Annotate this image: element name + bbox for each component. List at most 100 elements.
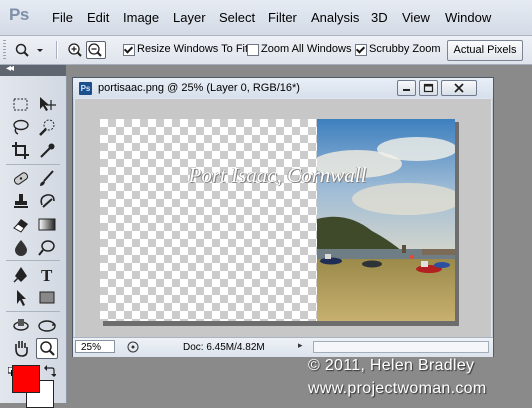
blur-tool[interactable] [10, 237, 32, 258]
minimize-icon [403, 89, 410, 91]
menu-filter[interactable]: Filter [268, 10, 297, 25]
menu-view[interactable]: View [402, 10, 430, 25]
zoom-level-field[interactable]: 25% [75, 340, 115, 353]
options-bar-grip[interactable] [3, 40, 6, 60]
spot-healing-tool[interactable] [10, 168, 32, 189]
tools-separator [6, 260, 60, 261]
options-bar: Resize Windows To Fit Zoom All Windows S… [0, 36, 532, 65]
menu-image[interactable]: Image [123, 10, 159, 25]
canvas-area[interactable]: Port Isaac, Cornwall [75, 99, 491, 337]
close-button[interactable] [441, 80, 477, 96]
menu-edit[interactable]: Edit [87, 10, 109, 25]
history-brush-tool[interactable] [36, 191, 58, 212]
actual-pixels-button[interactable]: Actual Pixels [447, 40, 523, 61]
brush-tool[interactable] [36, 168, 58, 189]
tools-panel: T [0, 76, 67, 403]
collapse-panel-icon[interactable]: ◂◂ [6, 63, 14, 74]
svg-text:T: T [41, 266, 53, 285]
eraser-tool[interactable] [10, 214, 32, 235]
menu-3d[interactable]: 3D [371, 10, 388, 25]
lasso-icon [13, 119, 29, 135]
path-selection-tool[interactable] [10, 287, 32, 308]
maximize-icon [423, 83, 434, 93]
scroll-right-arrow-icon[interactable]: ▸ [298, 340, 303, 351]
zoom-tool-icon [40, 341, 55, 356]
horizontal-scrollbar[interactable] [313, 341, 489, 353]
document-window: Ps portisaac.png @ 25% (Layer 0, RGB/16*… [72, 77, 494, 357]
eyedropper-icon [40, 143, 55, 158]
foreground-color-swatch[interactable] [12, 365, 40, 393]
eraser-icon [13, 219, 28, 233]
path-selection-arrow-icon [17, 290, 26, 306]
blur-drop-icon [15, 240, 27, 256]
lasso-tool[interactable] [10, 117, 32, 138]
document-title: portisaac.png @ 25% (Layer 0, RGB/16*) [98, 82, 300, 94]
harbour-photo [317, 119, 455, 321]
menu-layer[interactable]: Layer [173, 10, 206, 25]
stamp-icon [14, 194, 28, 208]
type-icon: T [41, 266, 53, 285]
pen-tool[interactable] [10, 264, 32, 285]
zoom-preset-icon [15, 43, 43, 57]
menu-select[interactable]: Select [219, 10, 255, 25]
type-tool[interactable]: T [36, 264, 58, 285]
photoshop-logo: Ps [9, 5, 29, 24]
menu-window[interactable]: Window [445, 10, 491, 25]
3d-orbit-tool[interactable] [36, 315, 58, 336]
website-watermark: www.projectwoman.com [308, 380, 487, 397]
swap-colors-icon[interactable] [44, 365, 57, 377]
document-canvas[interactable]: Port Isaac, Cornwall [100, 119, 455, 321]
rectangle-shape-icon [39, 291, 55, 304]
history-brush-icon [40, 194, 55, 208]
3d-rotate-tool[interactable] [10, 315, 32, 336]
3d-orbit-icon [38, 320, 56, 332]
resize-windows-label: Resize Windows To Fit [137, 43, 249, 55]
clone-stamp-tool[interactable] [10, 191, 32, 212]
zoom-in-button[interactable] [66, 41, 86, 59]
minimize-button[interactable] [397, 80, 416, 96]
zoom-out-button[interactable] [86, 41, 106, 59]
dodge-tool[interactable] [36, 237, 58, 258]
quick-selection-tool[interactable] [36, 117, 58, 138]
image-overlay-text: Port Isaac, Cornwall [188, 163, 367, 187]
3d-rotate-icon [13, 319, 29, 331]
crop-icon [12, 142, 29, 159]
document-status-bar: 25% Doc: 6.45M/4.82M ▸ [73, 337, 493, 357]
hand-tool[interactable] [10, 338, 32, 359]
crop-tool[interactable] [10, 140, 32, 161]
zoom-out-icon [88, 43, 102, 57]
menu-bar: Ps File Edit Image Layer Select Filter A… [0, 0, 532, 36]
move-icon [40, 97, 56, 111]
document-titlebar[interactable]: Ps portisaac.png @ 25% (Layer 0, RGB/16*… [73, 78, 493, 98]
zoom-tool[interactable] [36, 338, 58, 359]
scrubby-zoom-label: Scrubby Zoom [369, 43, 441, 55]
zoom-all-windows-checkbox[interactable] [247, 44, 259, 56]
marquee-tool[interactable] [10, 94, 32, 115]
scrubby-zoom-checkbox[interactable] [355, 44, 367, 56]
status-info-icon[interactable] [127, 341, 139, 353]
brush-icon [40, 170, 54, 186]
rectangle-tool[interactable] [36, 287, 58, 308]
gradient-icon [38, 218, 56, 231]
close-icon [454, 83, 464, 93]
move-tool[interactable] [36, 94, 58, 115]
rectangular-marquee-icon [13, 98, 28, 111]
maximize-button[interactable] [419, 80, 438, 96]
dodge-icon [38, 240, 55, 256]
zoom-all-windows-label: Zoom All Windows [261, 43, 352, 55]
hand-icon [15, 341, 28, 357]
bandage-icon [13, 172, 29, 185]
zoom-in-icon [68, 43, 82, 57]
pen-icon [13, 267, 27, 283]
tools-panel-header: ◂◂ [0, 63, 66, 76]
quick-selection-icon [39, 119, 55, 136]
eyedropper-tool[interactable] [36, 140, 58, 161]
photoshop-document-icon: Ps [79, 82, 92, 95]
options-separator [56, 41, 58, 59]
copyright-watermark: © 2011, Helen Bradley [308, 357, 475, 374]
menu-file[interactable]: File [52, 10, 73, 25]
resize-windows-checkbox[interactable] [123, 44, 135, 56]
menu-analysis[interactable]: Analysis [311, 10, 359, 25]
tool-preset-picker[interactable] [12, 41, 46, 59]
gradient-tool[interactable] [36, 214, 58, 235]
